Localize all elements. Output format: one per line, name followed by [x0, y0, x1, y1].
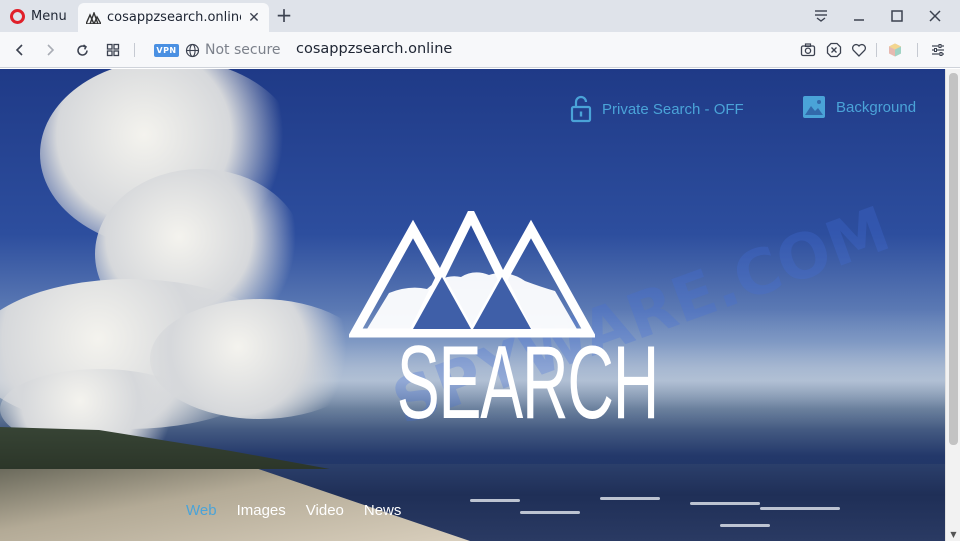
- wave: [470, 499, 520, 502]
- maximize-icon[interactable]: [880, 2, 914, 30]
- toolbar-divider: [134, 43, 135, 57]
- plus-icon[interactable]: +: [274, 4, 294, 26]
- back-icon[interactable]: [8, 38, 32, 62]
- vertical-scrollbar[interactable]: ▼: [945, 69, 960, 541]
- scroll-thumb[interactable]: [949, 73, 958, 445]
- wave: [720, 524, 770, 527]
- wave: [760, 507, 840, 510]
- tab-images[interactable]: Images: [237, 502, 286, 519]
- forward-icon[interactable]: [38, 38, 62, 62]
- tab-strip: Menu cosappzsearch.online ✕ +: [0, 0, 960, 32]
- menu-label: Menu: [31, 8, 67, 24]
- private-search-label: Private Search - OFF: [602, 100, 744, 118]
- opera-menu-button[interactable]: Menu: [6, 4, 71, 28]
- tab-news[interactable]: News: [364, 502, 402, 519]
- settings-sliders-icon[interactable]: [930, 42, 946, 58]
- logo-text: SEARCH: [396, 325, 660, 441]
- background-button[interactable]: Background: [802, 95, 916, 119]
- vpn-badge[interactable]: VPN: [154, 44, 179, 57]
- extension-cube-icon[interactable]: [887, 42, 903, 58]
- search-tabs: Web Images Video News: [186, 502, 401, 519]
- tab-menu-icon[interactable]: [804, 2, 838, 30]
- wave: [690, 502, 760, 505]
- address-toolbar: VPN Not secure cosappzsearch.online: [0, 32, 960, 68]
- minimize-icon[interactable]: [842, 2, 876, 30]
- tab-video[interactable]: Video: [306, 502, 344, 519]
- window-controls: [804, 2, 952, 30]
- toolbar-divider: [876, 43, 877, 57]
- mountain-logo-icon: [349, 211, 595, 338]
- security-status[interactable]: Not secure: [205, 42, 281, 58]
- reload-icon[interactable]: [70, 38, 94, 62]
- background-label: Background: [836, 98, 917, 116]
- tab-title: cosappzsearch.online: [107, 10, 241, 25]
- lock-icon: [570, 95, 592, 123]
- private-search-toggle[interactable]: Private Search - OFF: [570, 95, 744, 123]
- mountain-favicon-icon: [86, 11, 101, 24]
- scroll-down-icon[interactable]: ▼: [949, 530, 958, 539]
- close-window-icon[interactable]: [918, 2, 952, 30]
- heart-icon[interactable]: [851, 42, 867, 58]
- search-homepage: SPYWARE.COM Private Search - OFF Backgro…: [0, 69, 945, 541]
- globe-icon[interactable]: [185, 43, 200, 58]
- browser-tab[interactable]: cosappzsearch.online ✕: [78, 3, 269, 32]
- address-input[interactable]: cosappzsearch.online: [296, 41, 452, 57]
- close-icon[interactable]: ✕: [247, 10, 261, 26]
- camera-icon[interactable]: [800, 42, 816, 58]
- toolbar-divider: [917, 43, 918, 57]
- tab-web[interactable]: Web: [186, 502, 217, 519]
- wave: [520, 511, 580, 514]
- adblock-icon[interactable]: [826, 42, 842, 58]
- opera-logo-icon: [10, 8, 25, 24]
- speed-dial-icon[interactable]: [101, 38, 125, 62]
- wave: [600, 497, 660, 500]
- image-icon: [803, 96, 825, 118]
